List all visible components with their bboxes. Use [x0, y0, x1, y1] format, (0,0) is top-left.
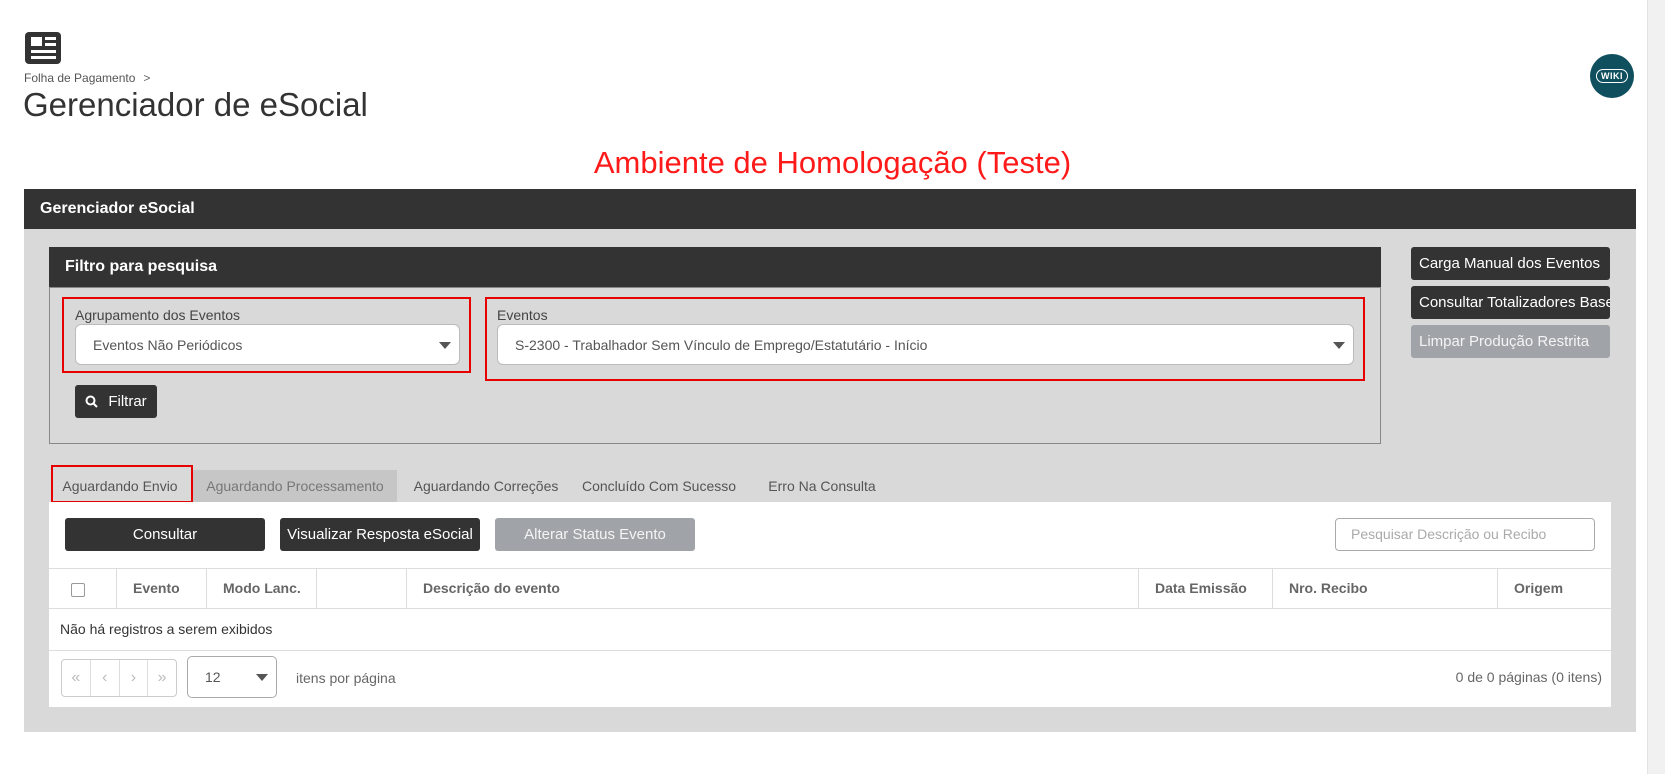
- view-response-button[interactable]: Visualizar Resposta eSocial: [280, 518, 480, 551]
- search-icon: [85, 395, 99, 408]
- col-blank: [316, 569, 406, 608]
- consult-button[interactable]: Consultar: [65, 518, 265, 551]
- totalizers-label: Consultar Totalizadores Base: [1419, 294, 1610, 311]
- manual-load-label: Carga Manual dos Eventos: [1419, 255, 1600, 272]
- col-modo-lanc[interactable]: Modo Lanc.: [206, 569, 316, 608]
- consult-label: Consultar: [132, 526, 198, 543]
- chevron-down-icon: [1333, 342, 1345, 349]
- tab-aguardando-envio[interactable]: Aguardando Envio: [55, 470, 185, 502]
- pager-summary: 0 de 0 páginas (0 itens): [1455, 669, 1602, 685]
- tab-aguardando-processamento[interactable]: Aguardando Processamento: [193, 470, 397, 502]
- breadcrumb: Folha de Pagamento >: [24, 71, 150, 85]
- breadcrumb-separator: >: [143, 71, 151, 85]
- col-evento[interactable]: Evento: [116, 569, 206, 608]
- next-page-button[interactable]: ›: [118, 660, 148, 696]
- search-input[interactable]: Pesquisar Descrição ou Recibo: [1335, 518, 1595, 551]
- col-descricao[interactable]: Descrição do evento: [406, 569, 1138, 608]
- grouping-select[interactable]: Eventos Não Periódicos: [75, 324, 460, 365]
- per-page-label: itens por página: [296, 670, 396, 686]
- page-scrollbar[interactable]: [1647, 0, 1665, 774]
- grouping-select-value: Eventos Não Periódicos: [93, 337, 243, 353]
- filter-title: Filtro para pesquisa: [49, 247, 1381, 287]
- change-status-label: Alterar Status Evento: [524, 526, 666, 543]
- chevron-down-icon: [256, 674, 268, 681]
- page-title: Gerenciador de eSocial: [23, 86, 368, 123]
- events-select[interactable]: S-2300 - Trabalhador Sem Vínculo de Empr…: [497, 324, 1354, 365]
- pager: « ‹ › »: [61, 659, 177, 697]
- change-status-button[interactable]: Alterar Status Evento: [495, 518, 695, 551]
- environment-notice: Ambiente de Homologação (Teste): [593, 145, 1072, 180]
- page-size-value: 12: [205, 669, 221, 685]
- grouping-label: Agrupamento dos Eventos: [75, 307, 240, 323]
- breadcrumb-folha-link[interactable]: Folha de Pagamento: [24, 71, 135, 85]
- tab-erro-na-consulta[interactable]: Erro Na Consulta: [762, 470, 882, 502]
- events-select-value: S-2300 - Trabalhador Sem Vínculo de Empr…: [515, 337, 928, 353]
- newspaper-icon: [25, 32, 61, 64]
- empty-message: Não há registros a serem exibidos: [60, 621, 273, 637]
- wiki-button[interactable]: WIKI: [1590, 54, 1634, 98]
- prev-page-button[interactable]: ‹: [89, 660, 119, 696]
- filter-button[interactable]: Filtrar: [75, 385, 157, 418]
- col-data-emissao[interactable]: Data Emissão: [1138, 569, 1272, 608]
- panel-title: Gerenciador eSocial: [24, 189, 1636, 229]
- events-label: Eventos: [497, 307, 548, 323]
- tab-aguardando-correcoes[interactable]: Aguardando Correções: [405, 470, 567, 502]
- manual-load-button[interactable]: Carga Manual dos Eventos: [1411, 247, 1610, 280]
- col-origem[interactable]: Origem: [1497, 569, 1611, 608]
- table-header: Evento Modo Lanc. Descrição do evento Da…: [49, 568, 1611, 609]
- clear-restricted-label: Limpar Produção Restrita: [1419, 333, 1590, 350]
- first-page-button[interactable]: «: [62, 660, 90, 696]
- select-all-cell: [49, 569, 116, 608]
- tab-concluido-com-sucesso[interactable]: Concluído Com Sucesso: [579, 470, 739, 502]
- totalizers-button[interactable]: Consultar Totalizadores Base: [1411, 286, 1610, 319]
- clear-restricted-button[interactable]: Limpar Produção Restrita: [1411, 325, 1610, 358]
- page-size-select[interactable]: 12: [187, 656, 277, 698]
- filter-button-label: Filtrar: [108, 393, 147, 410]
- col-nro-recibo[interactable]: Nro. Recibo: [1272, 569, 1497, 608]
- last-page-button[interactable]: »: [147, 660, 176, 696]
- chevron-down-icon: [439, 342, 451, 349]
- wiki-label: WIKI: [1596, 69, 1628, 83]
- view-response-label: Visualizar Resposta eSocial: [287, 526, 473, 543]
- select-all-checkbox[interactable]: [71, 583, 85, 597]
